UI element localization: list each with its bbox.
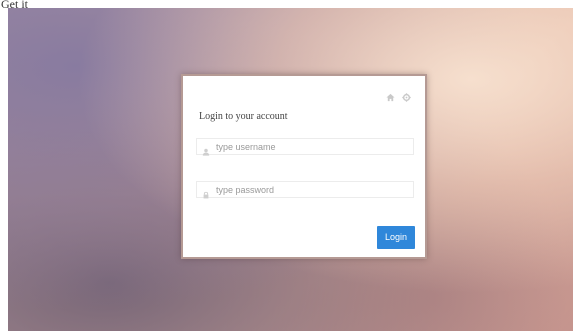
username-field[interactable] [196,138,414,156]
background-image: Login to your account Login [8,8,573,331]
login-button[interactable]: Login [377,226,415,249]
login-card: Login to your account Login [181,74,427,259]
home-icon[interactable] [386,89,395,102]
gear-icon[interactable] [402,89,411,102]
password-field[interactable] [196,181,414,198]
card-header-icons [386,89,411,102]
user-icon [202,143,210,156]
username-input[interactable] [216,139,406,154]
password-input[interactable] [216,182,406,197]
lock-icon [202,186,210,198]
login-title: Login to your account [199,111,288,122]
